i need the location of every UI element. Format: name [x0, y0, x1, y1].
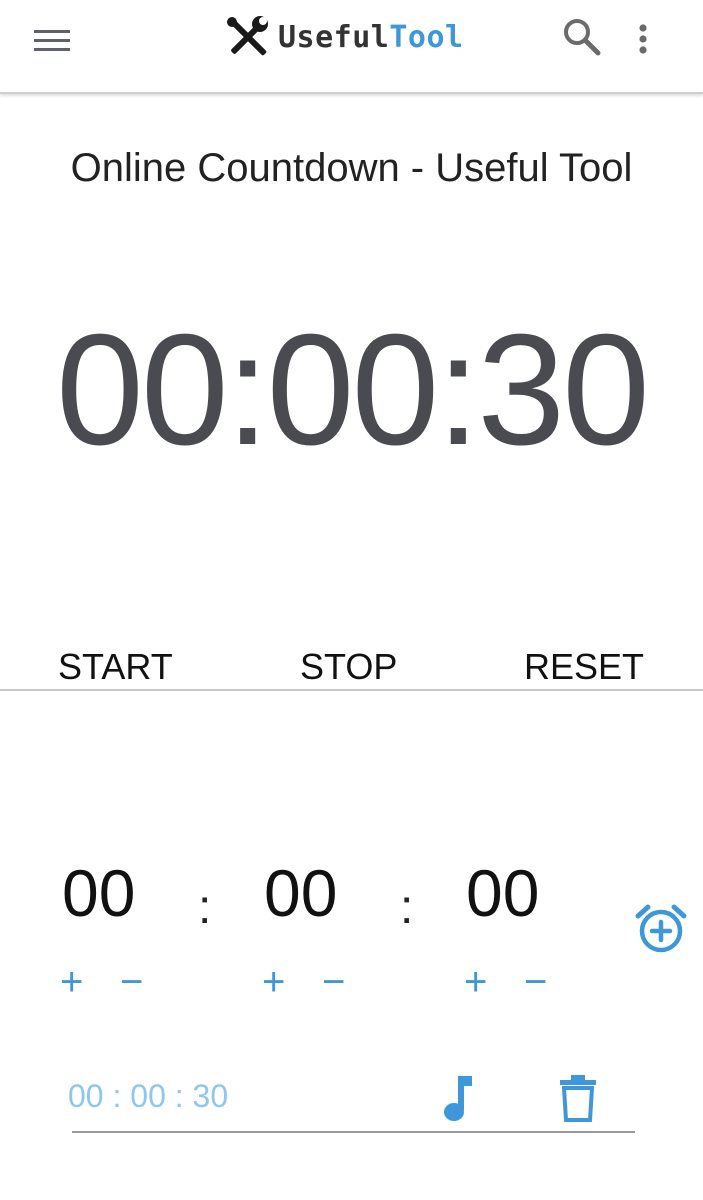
minutes-plus-button[interactable]: + [262, 962, 285, 1002]
hours-minus-button[interactable]: − [120, 962, 143, 1002]
app-bar: UsefulTool [0, 0, 703, 94]
page-title: Online Countdown - Useful Tool [70, 146, 633, 190]
hours-value[interactable]: 00 [62, 855, 182, 931]
preset-underline [72, 1131, 635, 1133]
separator: : [400, 881, 414, 934]
countdown-display: 00:00:30 [55, 302, 650, 478]
start-button[interactable]: START [58, 646, 173, 688]
minutes-minus-button[interactable]: − [322, 962, 345, 1002]
brand-name-part1: Useful [278, 19, 390, 55]
trash-icon[interactable] [558, 1074, 598, 1122]
hours-plus-button[interactable]: + [60, 962, 83, 1002]
seconds-setter: 00 [466, 855, 586, 931]
minutes-value[interactable]: 00 [264, 855, 384, 931]
music-note-icon[interactable] [438, 1072, 478, 1124]
reset-button[interactable]: RESET [524, 646, 644, 688]
hamburger-menu-icon[interactable] [34, 27, 70, 55]
separator: : [198, 881, 212, 934]
divider [0, 689, 703, 691]
brand-name: UsefulTool [278, 20, 464, 55]
search-icon[interactable] [560, 16, 602, 58]
minutes-setter: 00 [264, 855, 384, 931]
tools-icon [227, 16, 268, 56]
stop-button[interactable]: STOP [300, 646, 397, 688]
more-vert-icon[interactable] [628, 20, 658, 60]
alarm-add-icon[interactable] [634, 902, 688, 956]
seconds-value[interactable]: 00 [466, 855, 586, 931]
preset-time[interactable]: 00 : 00 : 30 [68, 1078, 228, 1115]
seconds-minus-button[interactable]: − [524, 962, 547, 1002]
seconds-plus-button[interactable]: + [464, 962, 487, 1002]
hours-setter: 00 [62, 855, 182, 931]
brand-name-part2: Tool [389, 19, 464, 55]
brand-logo[interactable]: UsefulTool [226, 12, 464, 62]
